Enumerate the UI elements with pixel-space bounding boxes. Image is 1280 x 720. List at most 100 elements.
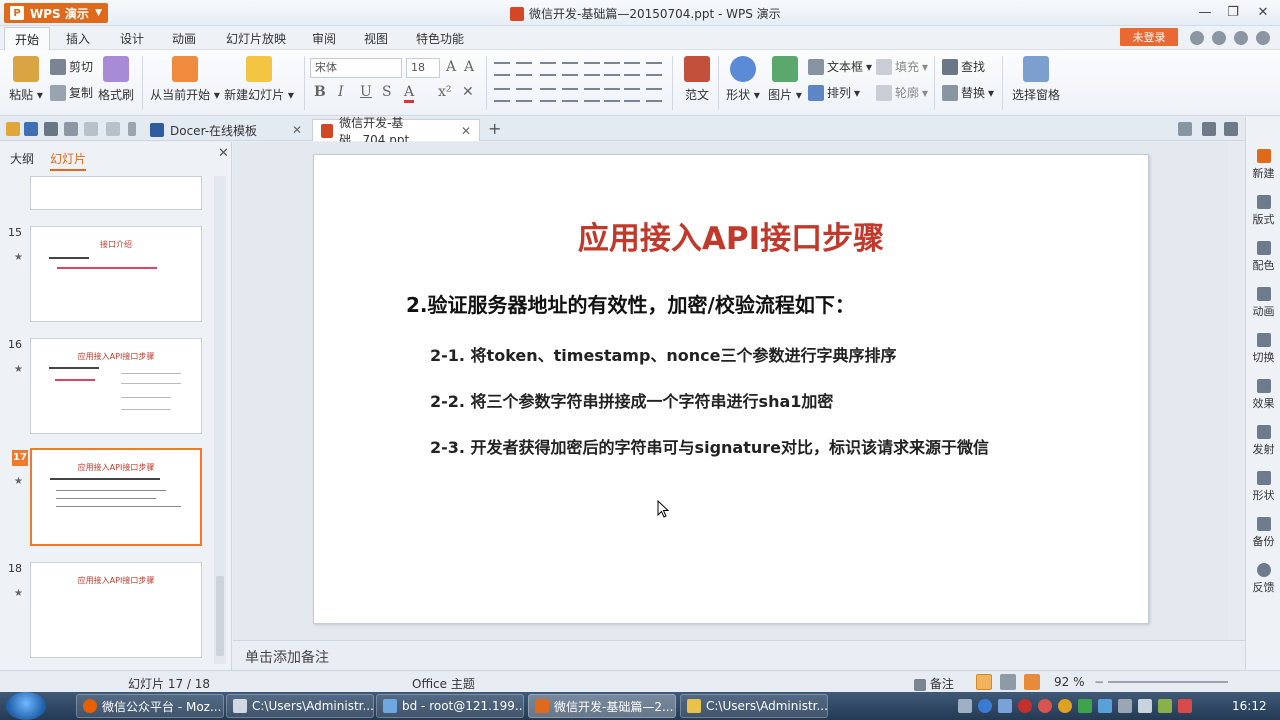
- tab-home[interactable]: 开始: [4, 27, 51, 50]
- distribute-icon[interactable]: [584, 88, 600, 102]
- notes-placeholder[interactable]: 单击添加备注: [245, 647, 329, 667]
- replace-button[interactable]: 替换 ▾: [942, 84, 994, 101]
- italic-icon[interactable]: I: [338, 84, 344, 100]
- align-left-icon[interactable]: [494, 88, 510, 102]
- open-folder-icon[interactable]: [6, 122, 20, 136]
- network-icon[interactable]: [998, 699, 1012, 713]
- side-shapes-button[interactable]: 形状: [1246, 471, 1280, 503]
- side-color-scheme-button[interactable]: 配色: [1246, 241, 1280, 273]
- justify-icon[interactable]: [562, 88, 578, 102]
- grow-font-icon[interactable]: A: [446, 59, 456, 75]
- new-slide-button[interactable]: 新建幻灯片 ▾: [224, 56, 294, 103]
- copy-button[interactable]: 复制: [50, 84, 93, 101]
- paste-button[interactable]: 粘贴 ▾: [8, 56, 44, 103]
- antivirus-icon[interactable]: [1018, 699, 1032, 713]
- volume-icon[interactable]: [1138, 699, 1152, 713]
- superscript-icon[interactable]: x²: [438, 84, 452, 100]
- app-tray-icon[interactable]: [1078, 699, 1092, 713]
- decrease-indent-icon[interactable]: [540, 62, 556, 76]
- app-menu-button[interactable]: P WPS 演示 ▼: [4, 3, 108, 23]
- app-tray-icon[interactable]: [1118, 699, 1132, 713]
- cut-button[interactable]: 剪切: [50, 58, 93, 75]
- restore-pane-icon[interactable]: [1202, 122, 1216, 136]
- slide-canvas[interactable]: 应用接入API接口步骤 2.验证服务器地址的有效性，加密/校验流程如下： 2-1…: [313, 154, 1149, 624]
- shape-button[interactable]: 形状 ▾: [724, 56, 762, 103]
- align-center-icon[interactable]: [516, 88, 532, 102]
- start-button[interactable]: [6, 692, 46, 720]
- slide-thumbnail-15[interactable]: 接口介绍: [30, 226, 202, 322]
- taskbar-explorer-2[interactable]: C:\Users\Administr...: [680, 694, 828, 718]
- textbox-button[interactable]: 文本框 ▾: [808, 58, 872, 75]
- scrollbar-thumb[interactable]: [216, 576, 224, 656]
- shirt-icon[interactable]: [1234, 31, 1248, 45]
- font-name-select[interactable]: 宋体: [310, 58, 402, 78]
- from-current-button[interactable]: 从当前开始 ▾: [150, 56, 220, 103]
- outline-button[interactable]: 轮廓 ▾: [876, 84, 928, 101]
- tab-special-features[interactable]: 特色功能: [416, 30, 464, 47]
- slide-thumbnail-14[interactable]: [30, 176, 202, 210]
- arrange-button[interactable]: 排列 ▾: [808, 84, 860, 101]
- login-button[interactable]: 未登录: [1120, 28, 1178, 46]
- close-icon[interactable]: ✕: [218, 146, 229, 161]
- tab-slides[interactable]: 幻灯片: [50, 150, 87, 171]
- slide-bullet[interactable]: 2-3. 开发者获得加密后的字符串可与signature对比，标识该请求来源于微…: [430, 434, 989, 458]
- zoom-slider[interactable]: [1108, 681, 1228, 683]
- close-button[interactable]: ✕: [1254, 4, 1272, 22]
- notes-pane[interactable]: 单击添加备注: [233, 640, 1245, 670]
- redo-icon[interactable]: [106, 122, 120, 136]
- zoom-level[interactable]: 92 %: [1054, 675, 1085, 689]
- tab-slideshow[interactable]: 幻灯片放映: [226, 30, 286, 47]
- slide-thumbnail-16[interactable]: 应用接入API接口步骤: [30, 338, 202, 434]
- minimize-button[interactable]: —: [1196, 4, 1214, 22]
- notes-toggle[interactable]: 备注: [914, 675, 954, 692]
- picture-button[interactable]: 图片 ▾: [766, 56, 804, 103]
- shrink-font-icon[interactable]: A: [464, 59, 474, 75]
- doc-tab-docer[interactable]: Docer-在线模板 ✕: [142, 119, 310, 141]
- clear-format-icon[interactable]: ✕: [462, 84, 474, 100]
- slideshow-view-icon[interactable]: [1024, 674, 1040, 690]
- fill-button[interactable]: 填充 ▾: [876, 58, 928, 75]
- taskbar-explorer-1[interactable]: C:\Users\Administr...: [226, 694, 374, 718]
- tab-view[interactable]: 视图: [364, 30, 388, 47]
- slide-thumbnail-17[interactable]: 应用接入API接口步骤: [30, 448, 202, 546]
- bullet-list-icon[interactable]: [494, 62, 510, 76]
- align-right-icon[interactable]: [540, 88, 556, 102]
- side-new-button[interactable]: 新建: [1246, 149, 1280, 181]
- app-tray-icon[interactable]: [1098, 699, 1112, 713]
- columns-icon[interactable]: [604, 62, 620, 76]
- refresh-icon[interactable]: [1212, 31, 1226, 45]
- strikethrough-icon[interactable]: S: [382, 84, 392, 100]
- app-tray-icon[interactable]: [1158, 699, 1172, 713]
- side-transition-button[interactable]: 切换: [1246, 333, 1280, 365]
- numbered-list-icon[interactable]: [516, 62, 532, 76]
- app-tray-icon[interactable]: [1178, 699, 1192, 713]
- taskbar-wps-presentation[interactable]: 微信开发-基础篇—2...: [528, 694, 676, 718]
- taskbar-ssh[interactable]: bd - root@121.199...: [376, 694, 524, 718]
- side-layout-button[interactable]: 版式: [1246, 195, 1280, 227]
- find-button[interactable]: 查找: [942, 58, 985, 75]
- slide-heading[interactable]: 2.验证服务器地址的有效性，加密/校验流程如下：: [406, 289, 855, 318]
- slide-sorter-icon[interactable]: [1000, 674, 1016, 690]
- skin-icon[interactable]: [1190, 31, 1204, 45]
- smart-art-icon[interactable]: [646, 88, 662, 102]
- workspace-scrollbar[interactable]: [1228, 142, 1244, 640]
- tab-insert[interactable]: 插入: [66, 30, 90, 47]
- slide-thumbnail-18[interactable]: 应用接入API接口步骤: [30, 562, 202, 658]
- side-feedback-button[interactable]: 反馈: [1246, 563, 1280, 595]
- slide-bullet[interactable]: 2-1. 将token、timestamp、nonce三个参数进行字典序排序: [430, 342, 897, 366]
- bold-icon[interactable]: B: [314, 84, 326, 100]
- close-pane-icon[interactable]: [1224, 122, 1238, 136]
- font-color-icon[interactable]: A: [404, 84, 415, 103]
- chevron-down-icon[interactable]: [128, 122, 136, 136]
- keyboard-icon[interactable]: [958, 699, 972, 713]
- maximize-button[interactable]: ❐: [1224, 4, 1242, 22]
- tab-animation[interactable]: 动画: [172, 30, 196, 47]
- line-spacing-icon[interactable]: [584, 62, 600, 76]
- text-align-icon[interactable]: [604, 88, 620, 102]
- zoom-out-icon[interactable]: −: [1094, 675, 1104, 689]
- close-icon[interactable]: ✕: [292, 123, 302, 137]
- vertical-align-icon[interactable]: [646, 62, 662, 76]
- text-direction-icon[interactable]: [624, 62, 640, 76]
- format-painter-button[interactable]: 格式刷: [98, 56, 134, 103]
- sample-template-button[interactable]: 范文: [680, 56, 714, 103]
